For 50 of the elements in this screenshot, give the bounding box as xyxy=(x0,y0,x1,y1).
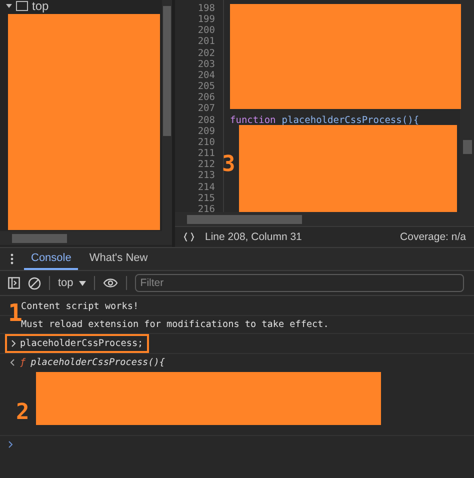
console-message: Must reload extension for modifications to take effect. xyxy=(21,319,329,330)
line-number: 202 xyxy=(198,48,215,59)
console-message: Content script works! xyxy=(21,301,139,312)
scrollbar[interactable] xyxy=(162,0,172,231)
line-number: 213 xyxy=(198,170,215,182)
braces-icon[interactable] xyxy=(183,232,195,242)
line-number: 207 xyxy=(198,103,215,115)
line-number: 203 xyxy=(198,58,215,70)
scrollbar[interactable] xyxy=(175,212,474,226)
line-number: 210 xyxy=(198,136,215,148)
annotation-number: 3 xyxy=(222,154,236,176)
code-token: function xyxy=(230,114,276,126)
line-number: 206 xyxy=(198,92,215,104)
tree-item[interactable]: top xyxy=(32,0,49,13)
caret-icon[interactable] xyxy=(6,3,12,9)
line-number: 214 xyxy=(198,182,215,193)
line-number: 198 xyxy=(198,3,215,14)
line-number: 199 xyxy=(198,14,215,26)
drawer-tab[interactable]: Console xyxy=(24,248,78,270)
eye-icon[interactable] xyxy=(103,278,118,288)
line-number: 216 xyxy=(198,204,215,212)
line-number: 205 xyxy=(198,81,215,92)
console-command: placeholderCssProcess; xyxy=(20,338,144,349)
line-number: 208 xyxy=(198,114,215,126)
line-number: 200 xyxy=(198,25,215,36)
scrollbar[interactable] xyxy=(0,231,172,245)
coverage-label: Coverage: n/a xyxy=(400,231,466,243)
line-number: 209 xyxy=(198,126,215,137)
line-number: 212 xyxy=(198,159,215,170)
chevron-icon xyxy=(11,340,16,347)
clear-icon[interactable] xyxy=(28,276,41,290)
dropdown-caret-icon xyxy=(79,280,86,286)
function-output: placeholderCssProcess(){ xyxy=(30,357,165,368)
drawer-tab[interactable]: What's New xyxy=(82,248,155,270)
sidebar-icon[interactable] xyxy=(8,277,20,289)
context-dropdown[interactable]: top xyxy=(58,277,86,289)
line-number: 204 xyxy=(198,70,215,82)
line-number: 211 xyxy=(198,148,215,160)
line-number: 215 xyxy=(198,192,215,204)
code-token: placeholderCssProcess(){ xyxy=(282,114,420,126)
prompt-icon[interactable] xyxy=(8,441,13,448)
annotation-number: 1 xyxy=(8,302,22,324)
function-mark: ƒ xyxy=(20,357,26,368)
line-number: 201 xyxy=(198,36,215,48)
filter-field[interactable]: Filter xyxy=(135,274,464,292)
more-icon[interactable] xyxy=(10,253,14,265)
frame-icon xyxy=(16,1,28,11)
scrollbar[interactable] xyxy=(460,0,474,212)
cursor-position: Line 208, Column 31 xyxy=(205,231,302,243)
annotation-number: 2 xyxy=(16,402,30,424)
